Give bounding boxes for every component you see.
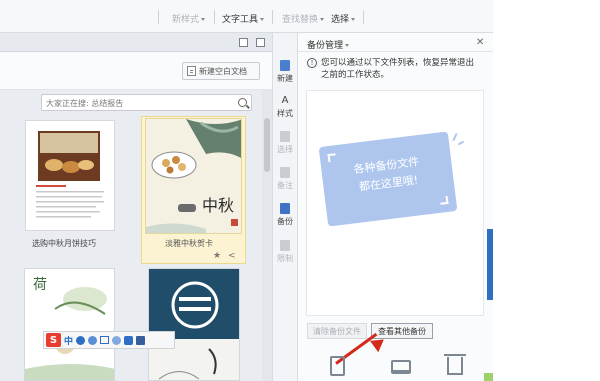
rail-item-label: 限制 xyxy=(277,254,293,263)
template-label: 选购中秋月饼技巧 xyxy=(32,239,96,248)
star-icon[interactable]: ★ xyxy=(213,251,221,261)
ime-mode-label[interactable]: 中 xyxy=(64,334,73,347)
wps-writer-window: 新样式 文字工具 查找替换 选择 新建空白文档 大家正在搜: 总结报告 选购中秋… xyxy=(0,0,493,381)
backup-panel-title-text: 备份管理 xyxy=(307,41,344,51)
ribbon-select-label: 选择 xyxy=(331,15,350,25)
chevron-down-icon xyxy=(201,18,206,21)
pin-icon[interactable] xyxy=(256,38,265,47)
rail-item-style[interactable]: A 样式 xyxy=(272,95,298,119)
screenshot-root: 新样式 文字工具 查找替换 选择 新建空白文档 大家正在搜: 总结报告 选购中秋… xyxy=(0,0,600,381)
moon-icon[interactable] xyxy=(76,335,86,345)
restore-icon[interactable] xyxy=(239,38,248,47)
rail-item-label: 选择 xyxy=(277,145,293,154)
backup-panel-title[interactable]: 备份管理 xyxy=(307,38,350,51)
rail-item-label: 样式 xyxy=(277,109,293,118)
ribbon-text-tools[interactable]: 文字工具 xyxy=(222,12,265,25)
drive-icon[interactable] xyxy=(391,360,411,374)
greeting-card-art-text: 中秋 xyxy=(202,196,234,215)
new-blank-document-label: 新建空白文档 xyxy=(199,66,247,76)
chevron-down-icon xyxy=(320,18,325,21)
ribbon-text-tools-label: 文字工具 xyxy=(222,15,259,25)
template-thumbnail xyxy=(149,269,239,380)
select-icon xyxy=(280,131,290,142)
style-icon: A xyxy=(281,95,289,106)
search-icon[interactable] xyxy=(238,98,247,107)
ime-toolbar[interactable]: S 中 xyxy=(43,331,175,349)
template-thumbnail: 荷 xyxy=(25,269,114,380)
template-search-input[interactable]: 大家正在搜: 总结报告 xyxy=(41,94,252,111)
chevron-down-icon xyxy=(351,18,356,21)
rail-item-comment[interactable]: 备注 xyxy=(272,167,298,191)
skin-icon[interactable] xyxy=(124,335,134,345)
template-card-blue-pattern[interactable] xyxy=(148,268,240,381)
empty-backup-note-text: 各种备份文件 都在这里哦! xyxy=(321,149,454,201)
rail-item-backup[interactable]: 备份 xyxy=(272,203,298,227)
document-icon xyxy=(187,66,196,76)
rail-item-label: 备注 xyxy=(277,181,293,190)
ribbon-find-replace[interactable]: 查找替换 xyxy=(282,12,325,25)
corner-decoration xyxy=(484,373,493,381)
template-card-midautumn-greeting[interactable]: 中秋 xyxy=(145,118,242,234)
sogou-logo-icon[interactable]: S xyxy=(46,333,61,347)
chevron-down-icon xyxy=(345,44,350,47)
template-thumbnail: 中秋 xyxy=(146,119,241,233)
user-icon[interactable] xyxy=(112,335,122,345)
template-label: 淡雅中秋贺卡 xyxy=(165,239,213,248)
comment-icon xyxy=(280,167,290,178)
rail-item-new[interactable]: 新建 xyxy=(272,60,298,84)
backup-info-text: 您可以通过以下文件列表，恢复异常退出之前的工作状态。 xyxy=(321,58,475,80)
rail-item-label: 新建 xyxy=(277,74,293,83)
search-placeholder: 大家正在搜: 总结报告 xyxy=(46,99,124,108)
bracket-decoration xyxy=(439,195,449,205)
svg-text:荷: 荷 xyxy=(33,277,47,293)
chevron-down-icon xyxy=(260,18,265,21)
ribbon-separator xyxy=(272,10,273,24)
vertical-scrollbar[interactable] xyxy=(262,90,272,381)
bracket-decoration xyxy=(327,153,337,163)
wrench-icon[interactable] xyxy=(136,335,146,345)
ribbon-new-style[interactable]: 新样式 xyxy=(172,12,206,25)
new-document-icon xyxy=(280,60,290,71)
collapse-handle[interactable] xyxy=(487,229,493,300)
template-card-mooncake-tips[interactable] xyxy=(25,120,115,231)
keyboard-icon[interactable] xyxy=(100,336,110,344)
ribbon-new-style-label: 新样式 xyxy=(172,15,200,25)
rail-item-label: 备份 xyxy=(277,217,293,226)
new-blank-document-button[interactable]: 新建空白文档 xyxy=(182,62,260,80)
punctuation-icon[interactable] xyxy=(88,335,98,345)
ribbon-separator xyxy=(363,10,364,24)
ribbon-toolbar: 新样式 文字工具 查找替换 选择 xyxy=(0,0,493,33)
empty-backup-note: 各种备份文件 都在这里哦! xyxy=(318,131,458,227)
document-icon[interactable] xyxy=(330,356,345,376)
rail-item-select[interactable]: 选择 xyxy=(272,131,298,155)
restrict-icon xyxy=(280,240,290,251)
ribbon-separator xyxy=(214,10,215,24)
rail-item-restrict[interactable]: 限制 xyxy=(272,240,298,264)
trash-icon[interactable] xyxy=(447,357,463,375)
template-card-lotus[interactable]: 荷 xyxy=(24,268,115,381)
scrollbar-thumb[interactable] xyxy=(264,118,270,172)
close-icon[interactable]: ✕ xyxy=(476,37,484,48)
info-icon: ! xyxy=(307,58,317,68)
ribbon-find-replace-label: 查找替换 xyxy=(282,15,319,25)
clear-backup-files-button[interactable]: 清除备份文件 xyxy=(307,323,367,339)
ribbon-select[interactable]: 选择 xyxy=(331,12,356,25)
pane-title-bar xyxy=(0,33,272,52)
template-thumbnail xyxy=(26,121,114,230)
backup-icon xyxy=(280,203,290,214)
trash-icon-lid xyxy=(444,354,466,356)
ribbon-separator xyxy=(158,10,159,24)
share-icon[interactable]: < xyxy=(228,251,236,261)
